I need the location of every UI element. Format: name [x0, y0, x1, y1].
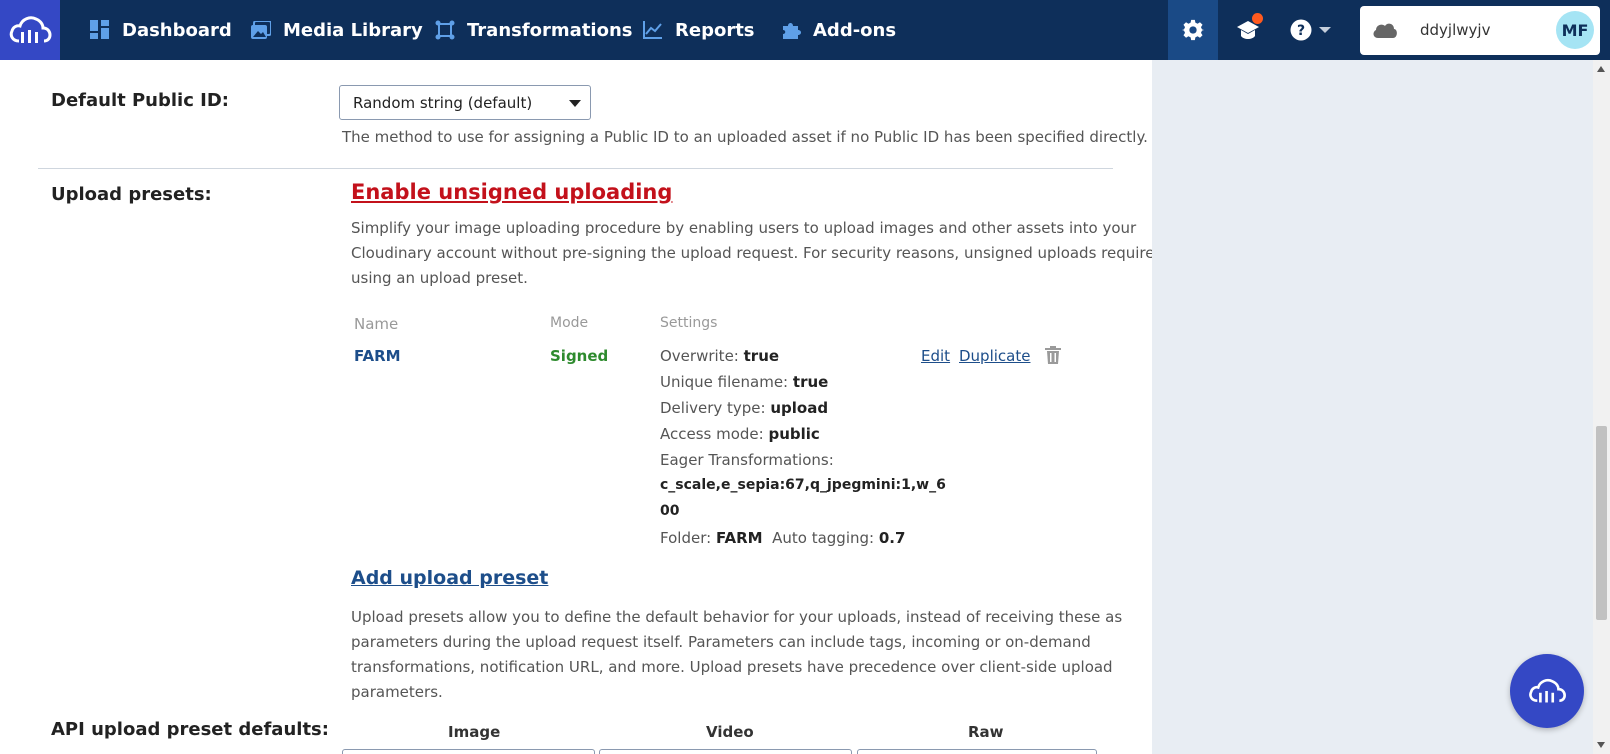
top-navigation: Dashboard Media Library Transformations …	[0, 0, 1610, 60]
setting-unique-filename: Unique filename: true	[660, 373, 829, 391]
add-preset-description-line: Upload presets allow you to define the d…	[351, 608, 1123, 626]
preset-mode: Signed	[550, 347, 609, 365]
edit-preset-link[interactable]: Edit	[921, 347, 950, 365]
default-public-id-value: Random string (default)	[353, 94, 533, 112]
upload-presets-label: Upload presets:	[51, 184, 212, 205]
settings-button[interactable]	[1168, 0, 1218, 60]
api-defaults-image-select[interactable]	[342, 749, 595, 754]
add-preset-description-line: transformations, notification URL, and m…	[351, 658, 1113, 676]
upload-presets-description-line: Simplify your image uploading procedure …	[351, 219, 1137, 237]
learning-button[interactable]	[1228, 0, 1268, 60]
api-defaults-column-image: Image	[448, 723, 501, 741]
default-public-id-label: Default Public ID:	[51, 90, 229, 111]
nav-dashboard-label: Dashboard	[122, 19, 232, 41]
api-defaults-raw-select[interactable]	[857, 749, 1097, 754]
upload-presets-description-line: Cloudinary account without pre-signing t…	[351, 244, 1155, 262]
add-preset-description-line: parameters during the upload request its…	[351, 633, 1091, 651]
nav-media-library[interactable]: Media Library	[251, 0, 423, 60]
api-defaults-video-select[interactable]	[599, 749, 852, 754]
nav-reports[interactable]: Reports	[643, 0, 755, 60]
api-upload-preset-defaults-label: API upload preset defaults:	[51, 719, 329, 740]
nav-transformations-label: Transformations	[467, 19, 633, 41]
account-name: ddyjlwyjv	[1420, 21, 1491, 39]
api-defaults-column-raw: Raw	[968, 723, 1004, 741]
scroll-down-arrow-icon[interactable]	[1597, 742, 1605, 748]
cloud-icon	[1373, 23, 1397, 38]
setting-folder-tagging: Folder: FARM Auto tagging: 0.7	[660, 529, 906, 547]
add-upload-preset-link[interactable]: Add upload preset	[351, 567, 548, 589]
duplicate-preset-link[interactable]: Duplicate	[959, 347, 1030, 365]
scrollbar-thumb[interactable]	[1596, 426, 1607, 620]
upload-presets-description-line: using an upload preset.	[351, 269, 528, 287]
delete-preset-button[interactable]	[1045, 346, 1061, 368]
setting-eager-transformations-label: Eager Transformations:	[660, 451, 834, 469]
add-preset-description-line: parameters.	[351, 683, 443, 701]
help-icon: ?	[1290, 19, 1312, 41]
trash-icon	[1045, 346, 1061, 364]
api-defaults-column-video: Video	[706, 723, 754, 741]
setting-delivery-type: Delivery type: upload	[660, 399, 829, 417]
chevron-down-icon	[569, 100, 581, 107]
nav-media-library-label: Media Library	[283, 19, 423, 41]
section-divider	[38, 168, 1113, 169]
column-header-name: Name	[354, 315, 399, 333]
nav-add-ons-label: Add-ons	[813, 19, 897, 41]
column-header-mode: Mode	[550, 315, 589, 331]
preset-name: FARM	[354, 347, 401, 365]
page-scrollbar[interactable]	[1593, 60, 1610, 754]
reports-icon	[643, 21, 662, 39]
setting-overwrite: Overwrite: true	[660, 347, 780, 365]
cloudinary-assistant-button[interactable]	[1510, 654, 1584, 728]
nav-reports-label: Reports	[675, 19, 755, 41]
nav-dashboard[interactable]: Dashboard	[90, 0, 232, 60]
dashboard-icon	[90, 20, 109, 39]
help-menu-button[interactable]: ?	[1290, 0, 1340, 60]
nav-transformations[interactable]: Transformations	[435, 0, 633, 60]
side-panel	[1152, 60, 1593, 754]
notification-dot	[1252, 13, 1263, 24]
account-switcher[interactable]: ddyjlwyjv MF	[1360, 6, 1600, 55]
enable-unsigned-uploading-link[interactable]: Enable unsigned uploading	[351, 180, 672, 204]
chevron-down-icon	[1319, 27, 1331, 33]
column-header-settings: Settings	[660, 315, 718, 331]
cloud-logo-icon	[1529, 678, 1566, 703]
media-library-icon	[251, 21, 271, 39]
default-public-id-select[interactable]: Random string (default)	[339, 85, 591, 120]
setting-eager-transformations-value: c_scale,e_sepia:67,q_jpegmini:1,w_6	[660, 477, 946, 493]
avatar[interactable]: MF	[1556, 11, 1594, 49]
scroll-up-arrow-icon[interactable]	[1597, 66, 1605, 72]
setting-access-mode: Access mode: public	[660, 425, 820, 443]
svg-text:?: ?	[1297, 23, 1305, 39]
default-public-id-help: The method to use for assigning a Public…	[342, 128, 1148, 146]
nav-add-ons[interactable]: Add-ons	[781, 0, 896, 60]
setting-eager-transformations-value: 00	[660, 503, 680, 519]
transformations-icon	[435, 20, 455, 40]
cloud-logo-icon	[9, 16, 52, 43]
puzzle-icon	[783, 23, 801, 39]
gear-icon	[1182, 19, 1204, 41]
cloudinary-logo[interactable]	[0, 0, 60, 60]
